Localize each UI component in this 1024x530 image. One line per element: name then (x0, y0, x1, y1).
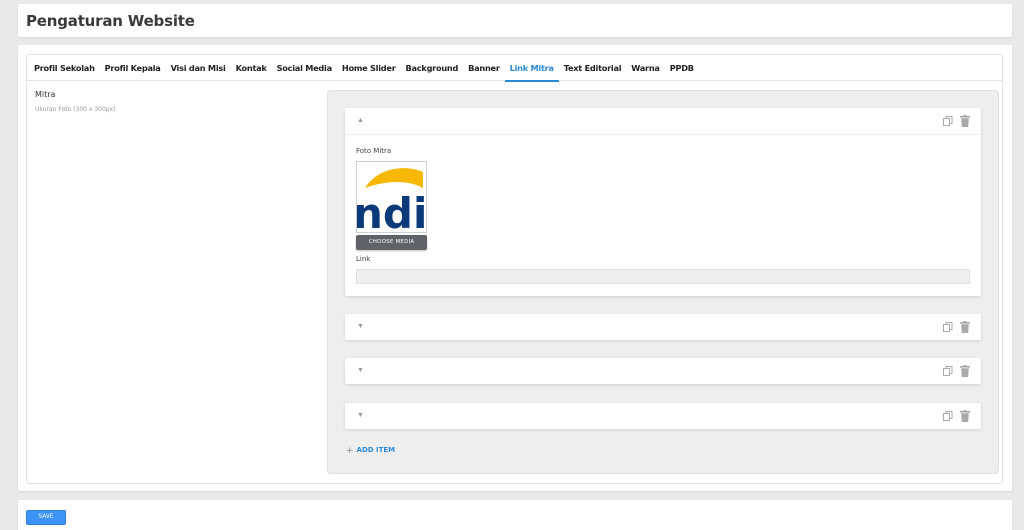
trash-icon[interactable] (960, 410, 970, 422)
settings-panel: Profil Sekolah Profil Kepala Visi dan Mi… (18, 45, 1012, 491)
tab-home-slider[interactable]: Home Slider (337, 55, 401, 81)
tab-visi-dan-misi[interactable]: Visi dan Misi (166, 55, 231, 81)
tab-banner[interactable]: Banner (463, 55, 505, 81)
partner-logo-image: ndi (356, 161, 427, 233)
page-title: Pengaturan Website (26, 12, 195, 30)
duplicate-icon[interactable] (943, 366, 953, 376)
tab-ppdb[interactable]: PPDB (665, 55, 699, 81)
add-item-button[interactable]: + ADD ITEM (346, 446, 395, 456)
footer-bar: SAVE (18, 500, 1012, 530)
link-label: Link (356, 255, 371, 263)
repeater-item-header[interactable]: ▼ (345, 314, 981, 340)
tab-warna[interactable]: Warna (626, 55, 664, 81)
duplicate-icon[interactable] (943, 116, 953, 126)
caret-down-icon[interactable]: ▼ (357, 323, 364, 330)
tab-background[interactable]: Background (401, 55, 464, 81)
tab-bar: Profil Sekolah Profil Kepala Visi dan Mi… (27, 55, 1002, 82)
tab-kontak[interactable]: Kontak (231, 55, 272, 81)
tab-text-editorial[interactable]: Text Editorial (559, 55, 627, 81)
repeater-container: ▲ Foto Mitra ndi CHOOSE MEDIA Link ▼ ▼ ▼… (327, 90, 999, 474)
caret-down-icon[interactable]: ▼ (357, 412, 364, 419)
repeater-item: ▼ (345, 403, 981, 429)
ndi-logo: ndi (357, 168, 427, 233)
caret-up-icon[interactable]: ▲ (357, 117, 364, 124)
caret-down-icon[interactable]: ▼ (357, 367, 364, 374)
page-header: Pengaturan Website (18, 4, 1012, 37)
repeater-item-header[interactable]: ▲ (345, 108, 981, 134)
trash-icon[interactable] (960, 321, 970, 333)
tab-social-media[interactable]: Social Media (272, 55, 337, 81)
repeater-item: ▼ (345, 358, 981, 384)
repeater-item: ▼ (345, 314, 981, 340)
duplicate-icon[interactable] (943, 411, 953, 421)
link-input[interactable] (356, 269, 970, 284)
duplicate-icon[interactable] (943, 322, 953, 332)
choose-media-button[interactable]: CHOOSE MEDIA (356, 235, 427, 250)
repeater-item: ▲ Foto Mitra ndi CHOOSE MEDIA Link (345, 108, 981, 296)
repeater-item-body: Foto Mitra ndi CHOOSE MEDIA Link (345, 134, 981, 296)
save-button[interactable]: SAVE (26, 510, 66, 525)
tab-link-mitra[interactable]: Link Mitra (504, 55, 559, 82)
tab-profil-sekolah[interactable]: Profil Sekolah (29, 55, 100, 81)
plus-icon: + (346, 446, 354, 456)
field-description: Ukuran Foto (300 x 300px) (35, 106, 116, 113)
tab-profil-kepala[interactable]: Profil Kepala (100, 55, 166, 81)
photo-label: Foto Mitra (356, 147, 392, 155)
field-label: Mitra (35, 90, 56, 99)
logo-text: ndi (357, 189, 427, 233)
repeater-item-header[interactable]: ▼ (345, 358, 981, 384)
trash-icon[interactable] (960, 365, 970, 377)
settings-card: Profil Sekolah Profil Kepala Visi dan Mi… (26, 54, 1003, 484)
trash-icon[interactable] (960, 115, 970, 127)
add-item-label: ADD ITEM (356, 446, 396, 454)
repeater-item-header[interactable]: ▼ (345, 403, 981, 429)
